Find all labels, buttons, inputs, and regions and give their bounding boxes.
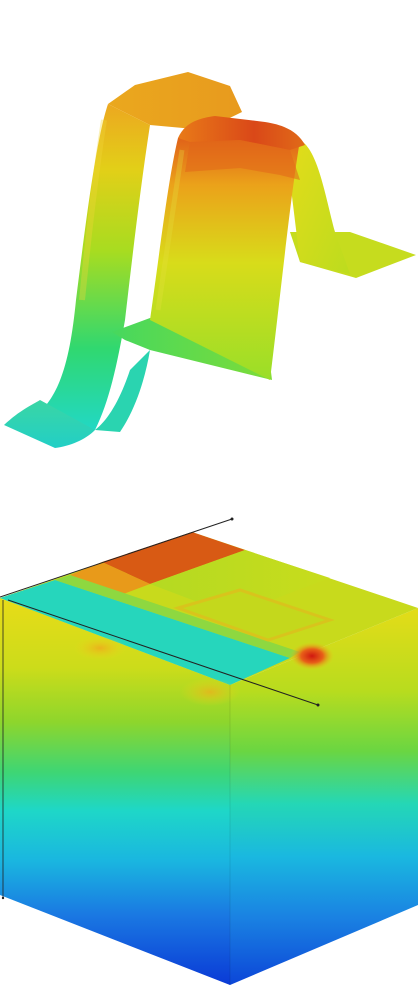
- cube-hotspot: [290, 642, 334, 670]
- visualization-canvas: [0, 72, 418, 985]
- cube-plot-bottom: [0, 517, 418, 985]
- surface-plot-top: [4, 72, 416, 448]
